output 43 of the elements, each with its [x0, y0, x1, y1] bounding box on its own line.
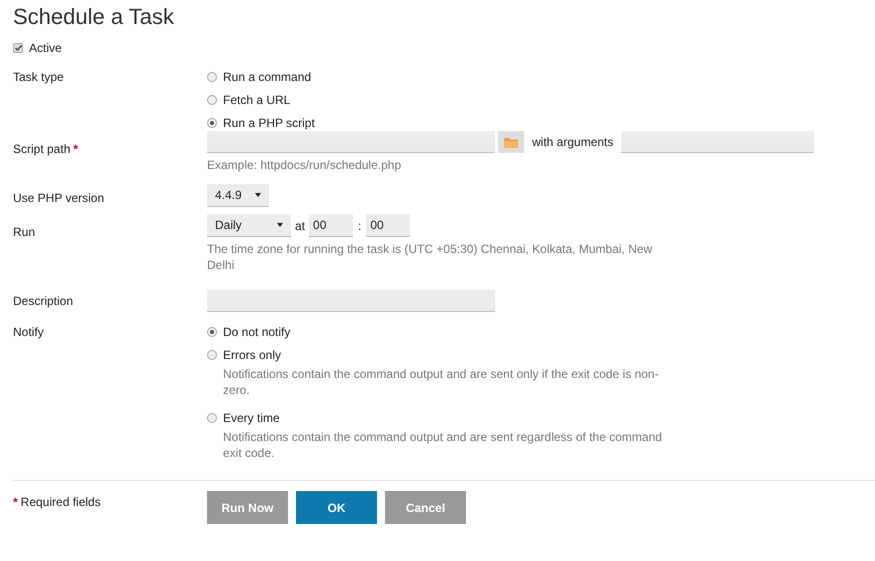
with-arguments-label: with arguments — [532, 134, 614, 150]
caret-icon — [255, 193, 261, 197]
caret-icon — [277, 223, 283, 227]
description-label: Description — [13, 293, 74, 310]
folder-icon — [504, 136, 518, 148]
time-separator: : — [358, 218, 362, 234]
notify-label: Notify — [13, 324, 45, 341]
script-path-field[interactable] — [207, 131, 495, 153]
active-checkbox[interactable] — [13, 43, 23, 53]
php-version-label: Use PHP version — [13, 190, 106, 207]
at-label: at — [295, 218, 306, 234]
time-zone-hint: The time zone for running the task is (UTC +05:30) Chennai, Kolkata, Mumbai, New Delhi — [207, 241, 654, 273]
run-label: Run — [13, 224, 36, 241]
radio-button[interactable] — [207, 118, 217, 128]
script-path-hint: Example: httpdocs/run/schedule.php — [207, 157, 402, 173]
radio-label: Run a command — [223, 69, 312, 85]
radio-button[interactable] — [207, 350, 217, 360]
radio-label: Every time — [223, 410, 280, 426]
radio-label: Run a PHP script — [223, 115, 315, 131]
description-field[interactable] — [207, 290, 495, 312]
required-fields-note: Required fields — [20, 495, 101, 509]
active-label: Active — [29, 40, 62, 56]
option-note: Notifications contain the command output and are sent regardless of the command exit code. — [223, 429, 663, 461]
script-path-label: Script path — [13, 142, 70, 156]
option-note: Notifications contain the command output and are sent only if the exit code is non-zero. — [223, 366, 660, 398]
radio-label: Errors only — [223, 347, 282, 363]
radio-label: Fetch a URL — [223, 92, 290, 108]
radio-button[interactable] — [207, 413, 217, 423]
radio-button[interactable] — [207, 72, 217, 82]
page-title: Schedule a Task — [13, 3, 176, 31]
task-type-label: Task type — [13, 69, 65, 86]
minute-field[interactable]: 00 — [366, 214, 410, 237]
required-mark: * — [13, 495, 18, 509]
required-mark: * — [73, 142, 78, 156]
radio-button[interactable] — [207, 327, 217, 337]
php-version-select[interactable]: 4.4.9 — [207, 184, 269, 207]
radio-button[interactable] — [207, 95, 217, 105]
browse-button[interactable] — [498, 131, 524, 153]
hour-field[interactable]: 00 — [309, 214, 354, 237]
radio-label: Do not notify — [223, 324, 290, 340]
arguments-field[interactable] — [621, 131, 814, 153]
action-button[interactable]: OK — [296, 491, 377, 524]
frequency-select[interactable]: Daily — [207, 214, 291, 237]
